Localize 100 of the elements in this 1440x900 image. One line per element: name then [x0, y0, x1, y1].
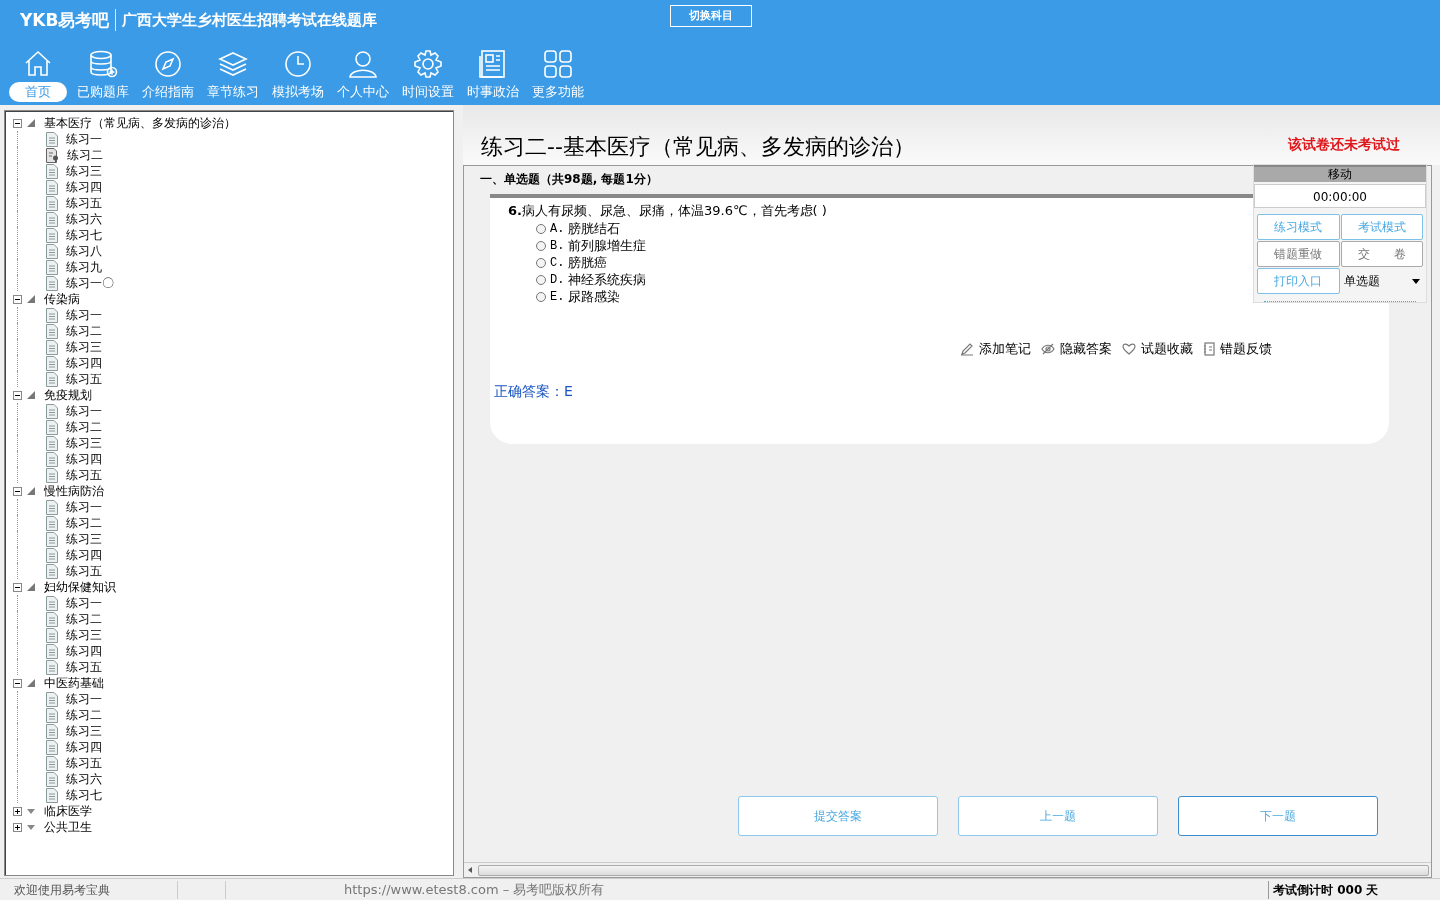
tree-item[interactable]: 练习一	[66, 131, 102, 147]
document-icon	[46, 611, 58, 627]
tree-node[interactable]: 临床医学	[44, 803, 92, 819]
tree-item[interactable]: 练习四	[66, 739, 102, 755]
tree-item[interactable]: 练习二	[66, 611, 102, 627]
tree-item[interactable]: 练习一	[66, 403, 102, 419]
tree-item[interactable]: 练习五	[66, 659, 102, 675]
question-type-select[interactable]: 单选题	[1340, 268, 1423, 294]
collapse-icon[interactable]	[13, 678, 22, 688]
tree-node[interactable]: 传染病	[44, 291, 80, 307]
tree-node[interactable]: 慢性病防治	[44, 483, 104, 499]
option-letter: A.	[550, 220, 565, 238]
option-text: 神经系统疾病	[568, 270, 647, 289]
welcome-text: 欢迎使用易考宝典	[0, 880, 178, 899]
tree-item[interactable]: 练习五	[66, 371, 102, 387]
option-letter: C.	[550, 254, 565, 272]
option-letter: E.	[550, 288, 565, 306]
radio-button[interactable]	[536, 240, 546, 251]
tree-item[interactable]: 练习三	[66, 723, 102, 739]
tree-item[interactable]: 练习四	[66, 451, 102, 467]
expand-icon[interactable]	[13, 806, 22, 816]
tree-item[interactable]: 练习五	[66, 563, 102, 579]
tree-item[interactable]: 练习六	[66, 211, 102, 227]
tree-item[interactable]: 练习四	[66, 355, 102, 371]
radio-button[interactable]	[536, 291, 546, 302]
tree-item[interactable]: 练习五	[66, 755, 102, 771]
notebook-icon	[1203, 341, 1215, 356]
tree-item[interactable]: 练习二	[66, 323, 102, 339]
document-icon	[46, 659, 58, 675]
radio-button[interactable]	[536, 274, 546, 285]
document-icon	[46, 627, 58, 643]
countdown-text: 考试倒计时 000 天	[1268, 880, 1440, 899]
document-icon	[46, 179, 58, 195]
tree-item[interactable]: 练习五	[66, 467, 102, 483]
tree-item[interactable]: 练习九	[66, 259, 102, 275]
triangle-icon	[26, 294, 36, 304]
option-text: 膀胱结石	[568, 219, 621, 238]
triangle-icon	[26, 486, 36, 496]
tree-item[interactable]: 练习二	[66, 515, 102, 531]
tree-item[interactable]: 练习一	[66, 499, 102, 515]
document-icon	[46, 419, 58, 435]
tree-item[interactable]: 练习一	[66, 691, 102, 707]
tree-item[interactable]: 练习八	[66, 243, 102, 259]
option-letter: B.	[550, 237, 565, 255]
option-text: 膀胱癌	[568, 253, 608, 272]
tree-item[interactable]: 练习三	[66, 163, 102, 179]
document-icon	[46, 691, 58, 707]
collapse-icon[interactable]	[13, 294, 22, 304]
document-icon	[46, 259, 58, 275]
tree-item[interactable]: 练习五	[66, 195, 102, 211]
tree-item[interactable]: 练习四	[66, 179, 102, 195]
tree-item[interactable]: 练习二	[66, 707, 102, 723]
horizontal-scrollbar[interactable]	[464, 862, 1431, 877]
action-link[interactable]: 隐藏答案	[1041, 339, 1112, 359]
tree-node[interactable]: 免疫规划	[44, 387, 92, 403]
tree-item[interactable]: 练习三	[66, 531, 102, 547]
tree-item[interactable]: 练习三	[66, 627, 102, 643]
document-icon	[46, 323, 58, 339]
triangle-icon	[26, 390, 36, 400]
tree-item[interactable]: 练习三	[66, 339, 102, 355]
tree-item[interactable]: 练习二	[67, 147, 103, 163]
collapse-icon[interactable]	[13, 390, 22, 400]
tree-item[interactable]: 练习一	[66, 595, 102, 611]
document-icon	[46, 499, 58, 515]
collapse-icon[interactable]	[13, 486, 22, 496]
document-icon	[46, 755, 58, 771]
tree-item[interactable]: 练习二	[66, 419, 102, 435]
document-icon	[46, 723, 58, 739]
tree-node[interactable]: 妇幼保健知识	[44, 579, 116, 595]
collapse-icon[interactable]	[13, 118, 22, 128]
eye-icon	[1041, 341, 1055, 356]
tree-item[interactable]: 练习六	[66, 771, 102, 787]
radio-button[interactable]	[536, 257, 546, 268]
document-icon	[46, 595, 58, 611]
tree-item[interactable]: 练习三	[66, 435, 102, 451]
document-icon	[46, 643, 58, 659]
tree-item[interactable]: 练习四	[66, 547, 102, 563]
panel-title[interactable]: 移动	[1254, 165, 1426, 182]
expand-icon[interactable]	[13, 822, 22, 832]
action-link[interactable]: 添加笔记	[960, 339, 1031, 359]
tree-node[interactable]: 公共卫生	[44, 819, 92, 835]
tree-item[interactable]: 练习一〇	[66, 275, 114, 291]
document-icon	[46, 547, 58, 563]
tree-item[interactable]: 练习七	[66, 227, 102, 243]
tree-node[interactable]: 中医药基础	[44, 675, 104, 691]
option-letter: D.	[550, 271, 565, 289]
option-text: 前列腺增生症	[568, 236, 647, 255]
document-icon	[46, 243, 58, 259]
tree-item[interactable]: 练习四	[66, 643, 102, 659]
document-icon	[46, 371, 58, 387]
tree-item[interactable]: 练习七	[66, 787, 102, 803]
document-icon	[46, 403, 58, 419]
tree-node[interactable]: 基本医疗（常见病、多发病的诊治）	[44, 115, 236, 131]
tree-item[interactable]: 练习一	[66, 307, 102, 323]
document-icon	[46, 531, 58, 547]
action-link[interactable]: 错题反馈	[1203, 339, 1272, 359]
radio-button[interactable]	[536, 223, 546, 234]
document-icon	[46, 707, 58, 723]
action-link[interactable]: 试题收藏	[1122, 339, 1193, 359]
collapse-icon[interactable]	[13, 582, 22, 592]
